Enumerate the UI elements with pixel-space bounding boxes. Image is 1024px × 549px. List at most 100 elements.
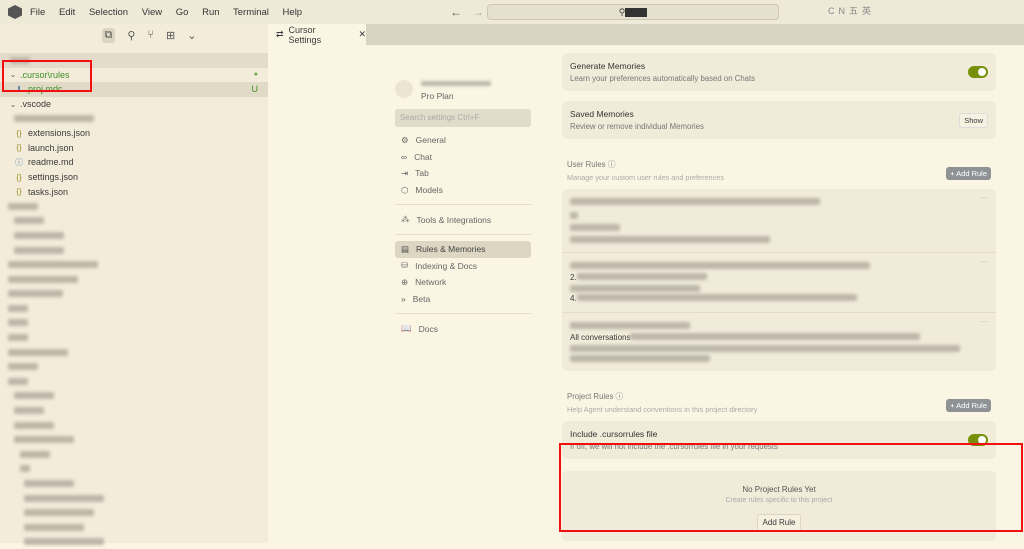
tree-item-redacted[interactable]: [0, 257, 268, 272]
source-control-icon[interactable]: ⑂: [147, 29, 154, 41]
nav-label: Docs: [418, 323, 438, 334]
menu-edit[interactable]: Edit: [59, 7, 75, 18]
project-rules-section: Project Rules ⓘ Help Agent understand co…: [562, 391, 996, 414]
search-icon[interactable]: ⚲: [127, 29, 135, 42]
menu-help[interactable]: Help: [283, 7, 303, 18]
settings-search-input[interactable]: Search settings Ctrl+F: [395, 109, 531, 127]
help-icon[interactable]: ⓘ: [608, 160, 616, 169]
user-rule[interactable]: ···: [562, 189, 996, 253]
extensions-icon[interactable]: ⊞: [166, 29, 175, 42]
tree-item-redacted[interactable]: [0, 243, 268, 258]
tree-item-redacted[interactable]: [0, 345, 268, 360]
tree-file-settings-json[interactable]: {} settings.json: [0, 170, 268, 185]
section-desc: Manage your custom user rules and prefer…: [567, 173, 724, 182]
json-file-icon: {}: [16, 172, 22, 182]
tab-cursor-settings[interactable]: ⇄ Cursor Settings ✕: [268, 24, 366, 45]
nav-label: Tab: [415, 168, 429, 179]
tree-item-redacted[interactable]: [0, 199, 268, 214]
settings-nav-docs[interactable]: 📖 Docs: [395, 320, 531, 337]
settings-nav-chat[interactable]: ∞ Chat: [395, 149, 531, 166]
menu-view[interactable]: View: [142, 7, 162, 18]
back-arrow-icon[interactable]: ←: [450, 5, 462, 19]
tree-item-redacted[interactable]: [0, 505, 268, 520]
more-icon[interactable]: ···: [980, 317, 988, 326]
tree-item-redacted[interactable]: [0, 491, 268, 506]
explorer-icon[interactable]: ⧉: [101, 27, 116, 43]
user-rule[interactable]: ··· All conversations: [562, 313, 996, 371]
tree-item-redacted[interactable]: [0, 330, 268, 345]
tree-item-redacted[interactable]: [0, 287, 268, 302]
tree-label: readme.md: [28, 157, 74, 168]
generate-memories-card: Generate Memories Learn your preferences…: [562, 53, 996, 91]
menu-file[interactable]: File: [30, 7, 45, 18]
menu-go[interactable]: Go: [176, 7, 189, 18]
add-project-rule-button[interactable]: + Add Rule: [946, 399, 991, 412]
tree-item-redacted[interactable]: [0, 214, 268, 229]
tree-item-redacted[interactable]: [0, 228, 268, 243]
search-icon: ⚲: [618, 7, 626, 17]
tree-item-redacted[interactable]: [0, 301, 268, 316]
chevron-down-icon[interactable]: ⌄: [187, 29, 196, 42]
divider: [395, 313, 531, 315]
generate-memories-toggle[interactable]: [968, 66, 988, 78]
saved-memories-card: Saved Memories Review or remove individu…: [562, 101, 996, 139]
add-user-rule-button[interactable]: + Add Rule: [946, 167, 991, 180]
plan-label: Pro Plan: [421, 90, 454, 101]
settings-nav-rules-memories[interactable]: ▤ Rules & Memories: [395, 240, 531, 258]
tree-label: launch.json: [28, 142, 74, 153]
tree-file-extensions-json[interactable]: {} extensions.json: [0, 126, 268, 141]
settings-nav-network[interactable]: ⊕ Network: [395, 274, 531, 291]
tree-item-redacted[interactable]: [0, 403, 268, 418]
menu-terminal[interactable]: Terminal: [233, 7, 269, 18]
tree-item-redacted[interactable]: [0, 535, 268, 549]
menu-selection[interactable]: Selection: [89, 7, 128, 18]
tree-label: extensions.json: [28, 128, 91, 139]
divider: [395, 204, 531, 206]
command-center-search[interactable]: ⚲: [487, 4, 779, 20]
tree-item-redacted[interactable]: [0, 418, 268, 433]
nav-icon: ⁂: [401, 214, 410, 225]
settings-nav-beta[interactable]: » Beta: [395, 291, 531, 308]
tab-label: Cursor Settings: [288, 24, 322, 45]
tree-item-redacted[interactable]: [0, 316, 268, 331]
tree-item-redacted[interactable]: [0, 432, 268, 447]
tree-item-redacted[interactable]: [0, 447, 268, 462]
settings-nav-tools-integrations[interactable]: ⁂ Tools & Integrations: [395, 211, 531, 228]
settings-nav-models[interactable]: ⬡ Models: [395, 182, 531, 199]
git-untracked-badge: U: [251, 84, 259, 95]
tree-item-redacted[interactable]: [0, 520, 268, 535]
forward-arrow-icon[interactable]: →: [472, 5, 484, 19]
settings-nav-indexing-docs[interactable]: ⛁ Indexing & Docs: [395, 258, 531, 275]
rule-line-prefix: 2.: [570, 273, 577, 282]
tree-file-tasks-json[interactable]: {} tasks.json: [0, 184, 268, 199]
tree-label: tasks.json: [28, 186, 69, 197]
title-bar: File Edit Selection View Go Run Terminal…: [0, 0, 1024, 24]
tree-item-redacted[interactable]: [0, 374, 268, 389]
close-icon[interactable]: ✕: [358, 29, 366, 40]
ime-indicator: CN五英: [828, 4, 875, 17]
tree-item-redacted[interactable]: [0, 389, 268, 404]
settings-nav-general[interactable]: ⚙ General: [395, 132, 531, 149]
tree-item-redacted[interactable]: [0, 359, 268, 374]
tree-item-redacted[interactable]: [0, 476, 268, 491]
tree-file-launch-json[interactable]: {} launch.json: [0, 141, 268, 156]
user-rule[interactable]: ··· 2. 4.: [562, 253, 996, 313]
more-icon[interactable]: ···: [980, 257, 988, 266]
rule-line-prefix: All conversations: [570, 333, 631, 342]
redacted-project-name: [625, 8, 648, 18]
help-icon[interactable]: ⓘ: [616, 392, 624, 401]
info-icon: ⓘ: [15, 157, 23, 167]
tree-file-readme-md[interactable]: ⓘ readme.md: [0, 155, 268, 170]
more-icon[interactable]: ···: [980, 193, 988, 202]
menu-run[interactable]: Run: [202, 7, 219, 18]
tree-folder-vscode[interactable]: ⌄ .vscode: [0, 97, 268, 112]
settings-nav-tab[interactable]: ⇥ Tab: [395, 165, 531, 182]
explorer-sidebar: ⧉ ⚲ ⑂ ⊞ ⌄ ⌄ .cursor\rules ● ⬇ proj.mdc U ⌄ .v…: [0, 24, 268, 546]
tree-item-redacted[interactable]: [0, 462, 268, 477]
tree-label: settings.json: [28, 172, 79, 183]
nav-label: Indexing & Docs: [415, 260, 478, 271]
show-memories-button[interactable]: Show: [959, 113, 988, 128]
tree-item-redacted[interactable]: [0, 272, 268, 287]
tree-item-redacted[interactable]: [0, 111, 268, 126]
nav-label: Chat: [414, 151, 433, 162]
